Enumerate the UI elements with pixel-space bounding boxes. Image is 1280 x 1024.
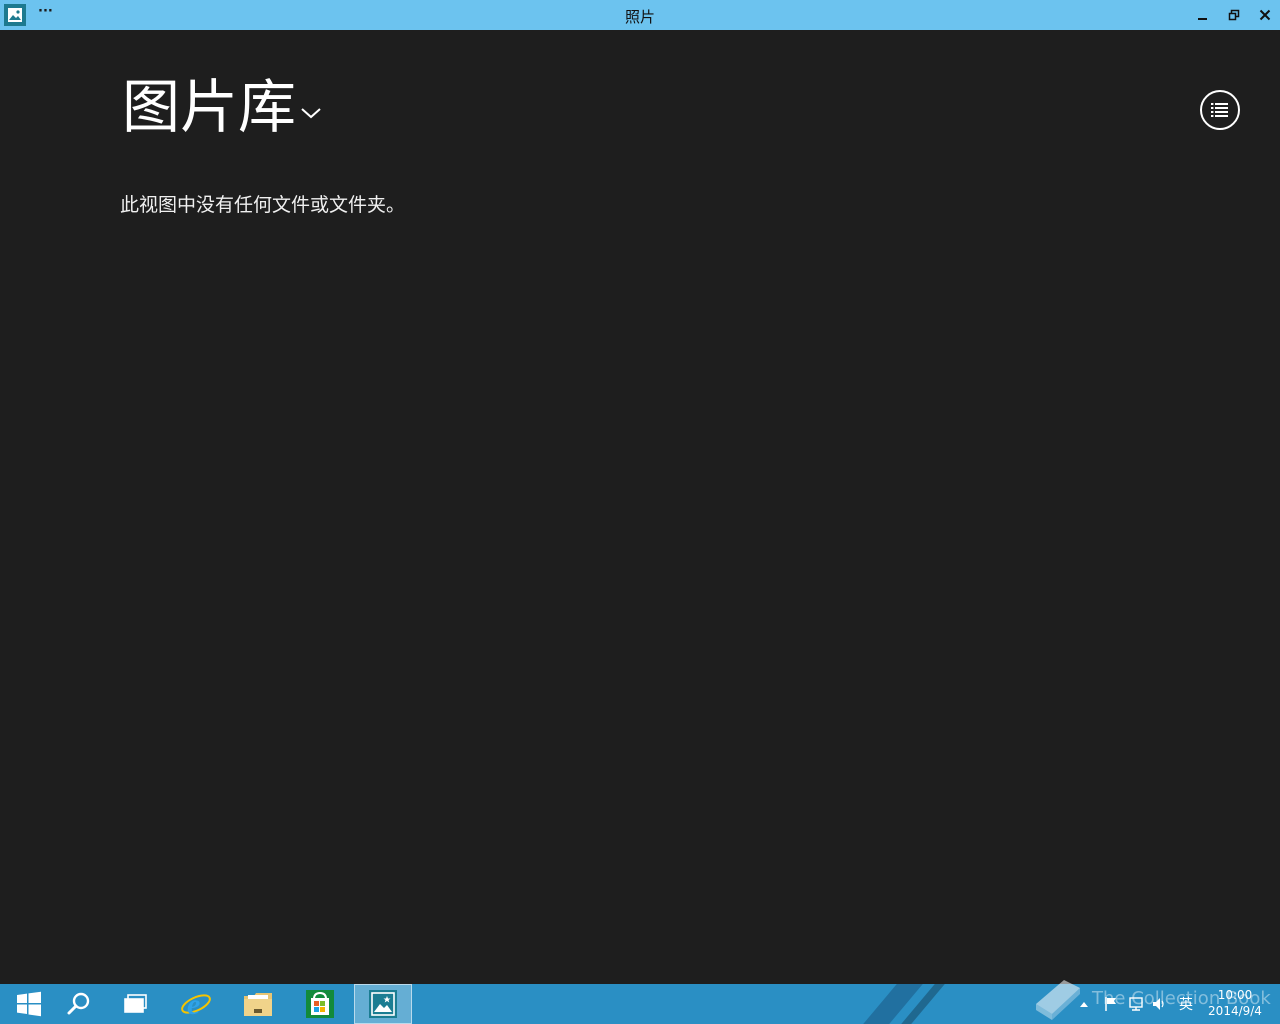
windows-logo-icon	[17, 991, 41, 1017]
svg-text:e: e	[187, 988, 200, 1020]
list-view-button[interactable]	[1200, 90, 1240, 130]
clock-time: 10:00	[1217, 988, 1253, 1002]
clock[interactable]: 10:00 2014/9/4	[1196, 987, 1274, 1019]
window-title: 照片	[624, 8, 655, 26]
minimize-button[interactable]	[1188, 0, 1218, 30]
show-hidden-icons-button[interactable]	[1076, 984, 1092, 1024]
input-method-indicator[interactable]: 英	[1174, 984, 1198, 1024]
close-button[interactable]	[1250, 0, 1280, 30]
folder-icon	[244, 993, 272, 1016]
ime-label: 英	[1179, 997, 1193, 1013]
network-button[interactable]	[1124, 984, 1148, 1024]
volume-icon	[1153, 998, 1164, 1010]
clock-date: 2014/9/4	[1208, 1004, 1262, 1018]
network-icon	[1129, 997, 1143, 1011]
library-title: 图片库	[122, 73, 297, 141]
action-center-button[interactable]	[1100, 984, 1122, 1024]
volume-button[interactable]	[1148, 984, 1170, 1024]
chevron-up-icon	[1080, 1002, 1088, 1007]
flag-icon	[1105, 997, 1116, 1011]
chevron-down-icon	[301, 108, 321, 119]
ie-icon: e	[181, 988, 211, 1020]
search-icon	[67, 992, 90, 1015]
task-view-icon	[124, 994, 147, 1013]
search-button[interactable]	[50, 984, 108, 1024]
store-button[interactable]	[291, 984, 349, 1024]
list-view-icon	[1211, 103, 1228, 117]
close-icon	[1259, 9, 1271, 21]
restore-button[interactable]	[1219, 0, 1249, 30]
photos-taskbar-button[interactable]	[354, 984, 412, 1024]
store-icon	[306, 990, 334, 1018]
file-explorer-button[interactable]	[229, 984, 287, 1024]
title-bar: ··· 照片	[0, 0, 1280, 30]
internet-explorer-button[interactable]: e	[167, 984, 225, 1024]
minimize-icon	[1198, 18, 1207, 20]
taskbar: e 英 10:00 2014/9/4	[0, 984, 1280, 1024]
photos-icon	[369, 990, 397, 1018]
empty-state-message: 此视图中没有任何文件或文件夹。	[120, 194, 406, 216]
restore-icon	[1228, 9, 1240, 21]
task-view-button[interactable]	[107, 984, 165, 1024]
library-selector[interactable]: 图片库	[122, 72, 322, 142]
